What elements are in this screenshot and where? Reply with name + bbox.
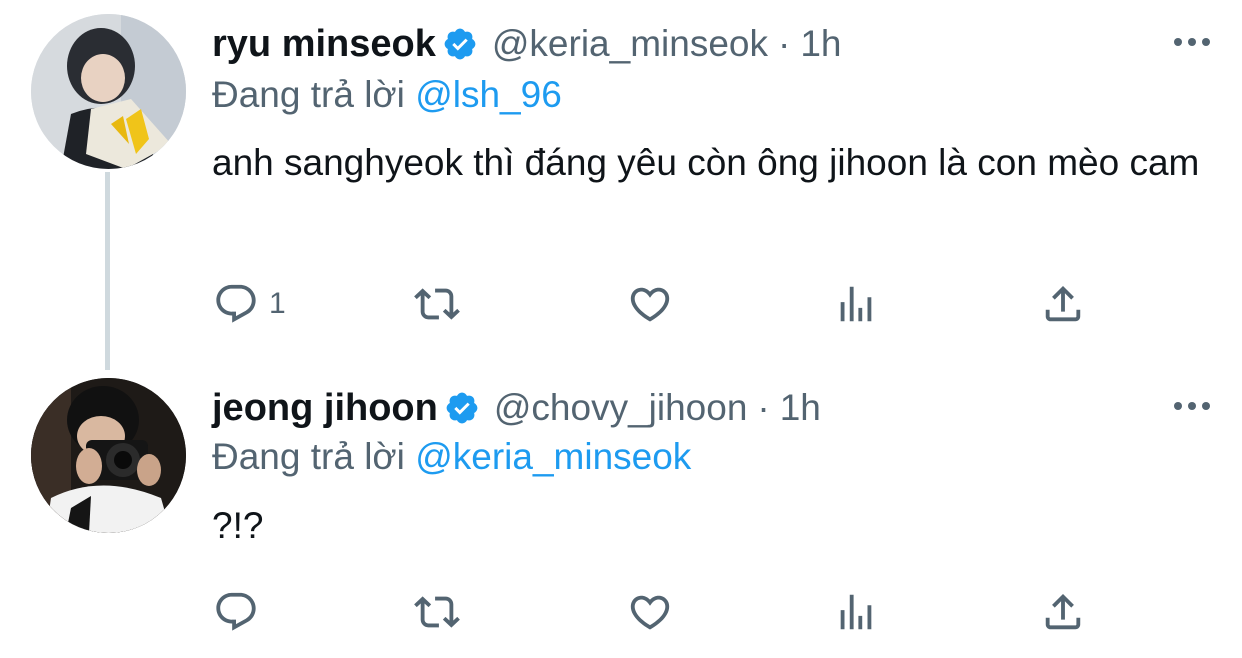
reply-icon [216,592,256,631]
retweet-icon [414,288,460,320]
like-button[interactable] [627,274,673,334]
thread-line [105,172,110,370]
verified-badge-icon [442,26,478,62]
tweet-header: ryu minseok @keria_minseok · 1h [212,14,841,74]
share-icon [1045,593,1081,630]
action-bar: 1 [0,274,1242,334]
tweet-header: jeong jihoon @chovy_jihoon · 1h [212,378,821,438]
tweet-text: ?!? [212,505,264,546]
reply-count: 1 [269,287,286,320]
reply-prefix: Đang trả lời [212,74,405,115]
verified-badge-icon [444,390,480,426]
views-icon [840,594,872,630]
replying-to: Đang trả lời @lsh_96 [212,74,562,116]
avatar-image [31,14,186,169]
avatar[interactable] [31,378,186,533]
separator: · [757,387,770,428]
action-bar [0,582,1242,642]
more-options-icon[interactable] [1172,386,1212,426]
share-button[interactable] [1040,582,1086,642]
reply-mention-link[interactable]: @keria_minseok [415,436,691,477]
tweet[interactable]: ryu minseok @keria_minseok · 1h Đang trả… [0,0,1242,370]
reply-button[interactable]: 1 [213,274,286,334]
views-button[interactable] [833,274,879,334]
more-options-icon[interactable] [1172,22,1212,62]
reply-icon [216,284,256,323]
replying-to: Đang trả lời @keria_minseok [212,436,691,478]
heart-icon [630,595,670,630]
share-icon [1045,285,1081,322]
like-button[interactable] [627,582,673,642]
handle[interactable]: @chovy_jihoon [494,387,748,429]
retweet-icon [414,596,460,628]
display-name[interactable]: jeong jihoon [212,387,438,430]
display-name[interactable]: ryu minseok [212,23,436,66]
retweet-button[interactable] [414,582,460,642]
timestamp[interactable]: 1h [800,23,841,65]
tweet[interactable]: jeong jihoon @chovy_jihoon · 1h Đang trả… [0,360,1242,658]
avatar[interactable] [31,14,186,169]
reply-prefix: Đang trả lời [212,436,405,477]
reply-button[interactable] [213,582,269,642]
timestamp[interactable]: 1h [780,387,821,429]
handle[interactable]: @keria_minseok [492,23,768,65]
tweet-text: anh sanghyeok thì đáng yêu còn ông jihoo… [212,142,1200,183]
retweet-button[interactable] [414,274,460,334]
separator: · [777,23,791,64]
reply-mention-link[interactable]: @lsh_96 [415,74,562,115]
views-button[interactable] [833,582,879,642]
share-button[interactable] [1040,274,1086,334]
heart-icon [630,287,670,322]
avatar-image [31,378,186,533]
views-icon [840,286,872,322]
